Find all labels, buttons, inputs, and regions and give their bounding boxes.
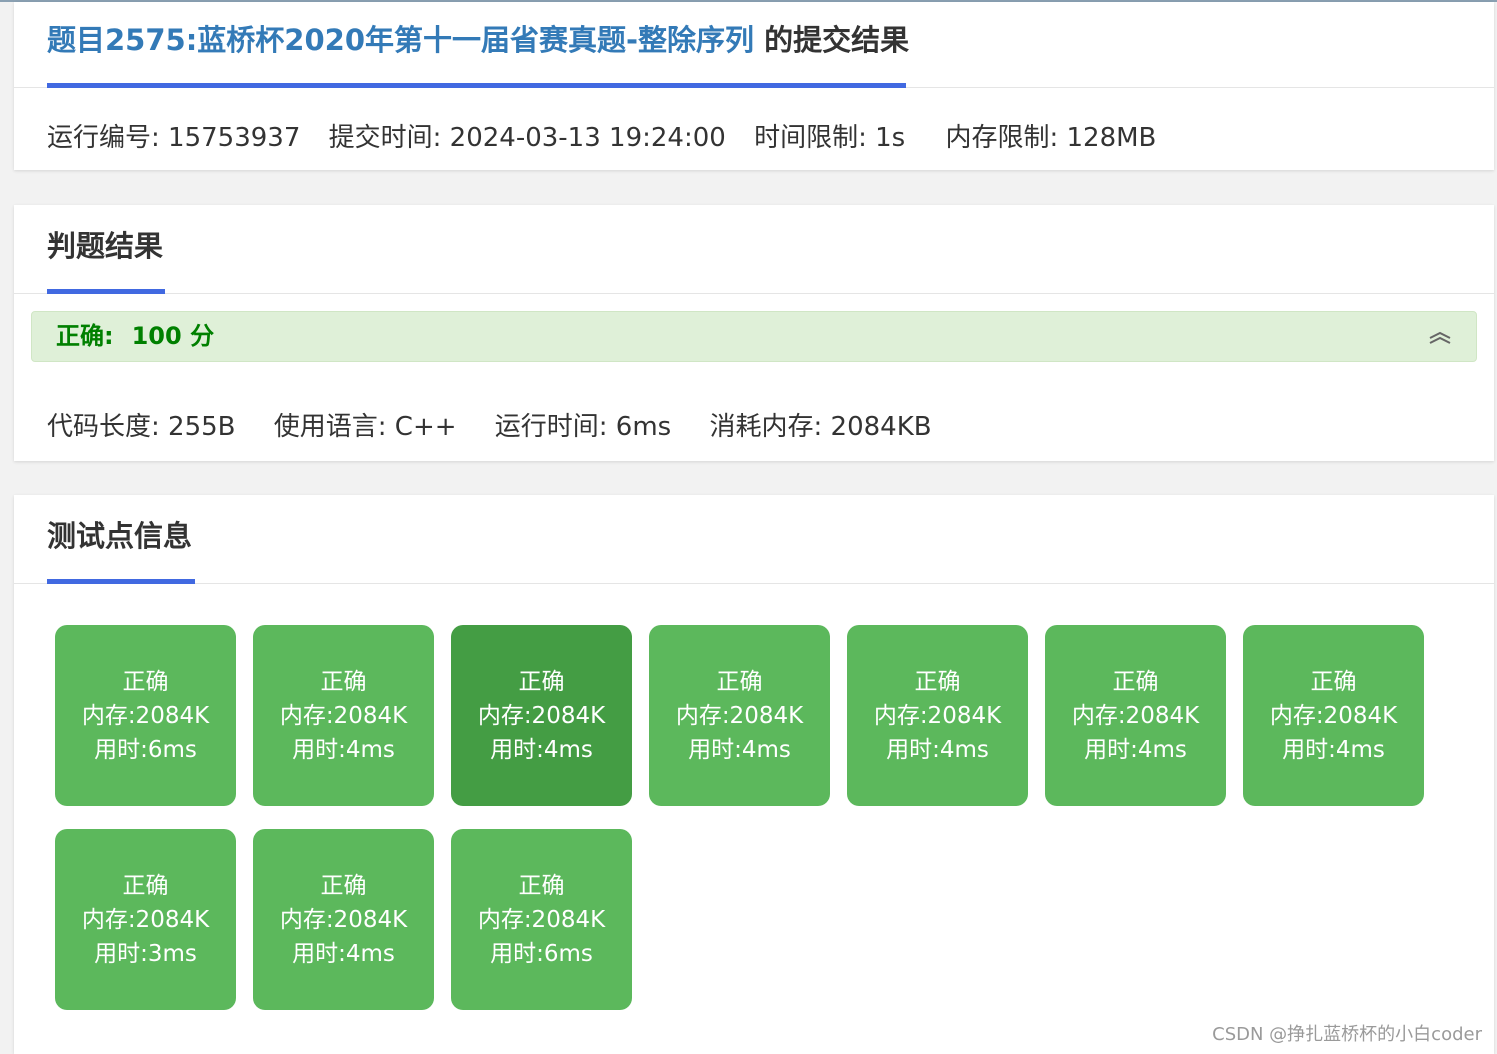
chevron-up-icon[interactable] <box>1428 328 1452 348</box>
test-memory: 内存:2084K <box>279 702 408 729</box>
test-point-5[interactable]: 正确 内存:2084K 用时:4ms <box>847 625 1028 806</box>
test-point-2[interactable]: 正确 内存:2084K 用时:4ms <box>253 625 434 806</box>
test-status: 正确 <box>320 872 367 899</box>
language: 使用语言: C++ <box>273 412 457 442</box>
run-id: 运行编号: 15753937 <box>47 123 301 153</box>
test-memory: 内存:2084K <box>1071 702 1200 729</box>
test-time: 用时:4ms <box>1084 736 1187 763</box>
tests-section-title: 测试点信息 <box>47 519 193 553</box>
test-memory: 内存:2084K <box>81 906 210 933</box>
test-point-3[interactable]: 正确 内存:2084K 用时:4ms <box>451 625 632 806</box>
test-memory: 内存:2084K <box>477 906 606 933</box>
test-time: 用时:6ms <box>94 736 197 763</box>
submit-time: 提交时间: 2024-03-13 19:24:00 <box>328 123 726 153</box>
test-time: 用时:4ms <box>688 736 791 763</box>
problem-link[interactable]: 题目2575:蓝桥杯2020年第十一届省赛真题-整除序列 <box>47 23 754 57</box>
test-memory: 内存:2084K <box>1269 702 1398 729</box>
test-status: 正确 <box>518 872 565 899</box>
test-memory: 内存:2084K <box>477 702 606 729</box>
watermark: CSDN @挣扎蓝桥杯的小白coder <box>1212 1024 1482 1045</box>
verdict-text: 正确: 100 分 <box>56 320 214 352</box>
test-point-9[interactable]: 正确 内存:2084K 用时:4ms <box>253 829 434 1010</box>
test-time: 用时:4ms <box>292 940 395 967</box>
test-memory: 内存:2084K <box>675 702 804 729</box>
page-title: 题目2575:蓝桥杯2020年第十一届省赛真题-整除序列 的提交结果 <box>47 20 909 60</box>
code-length: 代码长度: 255B <box>47 412 236 442</box>
test-point-6[interactable]: 正确 内存:2084K 用时:4ms <box>1045 625 1226 806</box>
test-time: 用时:4ms <box>292 736 395 763</box>
test-status: 正确 <box>914 668 961 695</box>
test-memory: 内存:2084K <box>81 702 210 729</box>
test-status: 正确 <box>1310 668 1357 695</box>
test-status: 正确 <box>518 668 565 695</box>
test-status: 正确 <box>122 872 169 899</box>
test-time: 用时:3ms <box>94 940 197 967</box>
judge-result-header: 判题结果 <box>14 205 1494 294</box>
title-suffix: 的提交结果 <box>754 23 910 57</box>
test-status: 正确 <box>1112 668 1159 695</box>
test-points-card: 测试点信息 正确 内存:2084K 用时:6ms 正确 内存:2084K 用时:… <box>14 495 1494 1054</box>
test-time: 用时:6ms <box>490 940 593 967</box>
run-time: 运行时间: 6ms <box>494 412 672 442</box>
test-time: 用时:4ms <box>886 736 989 763</box>
submission-header-card: 题目2575:蓝桥杯2020年第十一届省赛真题-整除序列 的提交结果 运行编号:… <box>14 2 1494 170</box>
verdict-score: 100 分 <box>131 322 215 350</box>
test-point-4[interactable]: 正确 内存:2084K 用时:4ms <box>649 625 830 806</box>
test-memory: 内存:2084K <box>279 906 408 933</box>
test-point-1[interactable]: 正确 内存:2084K 用时:6ms <box>55 625 236 806</box>
verdict-label: 正确: <box>56 322 114 350</box>
judge-stats: 代码长度: 255B 使用语言: C++ 运行时间: 6ms 消耗内存: 208… <box>47 410 952 444</box>
test-point-7[interactable]: 正确 内存:2084K 用时:4ms <box>1243 625 1424 806</box>
test-status: 正确 <box>716 668 763 695</box>
test-time: 用时:4ms <box>1282 736 1385 763</box>
tests-title-underline <box>47 579 195 584</box>
test-memory: 内存:2084K <box>873 702 1002 729</box>
test-points-header: 测试点信息 <box>14 495 1494 584</box>
judge-title-underline <box>47 289 165 294</box>
judge-result-card: 判题结果 正确: 100 分 代码长度: 255B 使用语言: C++ 运行时间:… <box>14 205 1494 461</box>
test-status: 正确 <box>122 668 169 695</box>
test-point-8[interactable]: 正确 内存:2084K 用时:3ms <box>55 829 236 1010</box>
memory-used: 消耗内存: 2084KB <box>709 412 932 442</box>
test-time: 用时:4ms <box>490 736 593 763</box>
verdict-bar[interactable]: 正确: 100 分 <box>31 311 1477 362</box>
test-point-10[interactable]: 正确 内存:2084K 用时:6ms <box>451 829 632 1010</box>
test-status: 正确 <box>320 668 367 695</box>
submission-info: 运行编号: 15753937 提交时间: 2024-03-13 19:24:00… <box>47 121 1176 155</box>
submission-header: 题目2575:蓝桥杯2020年第十一届省赛真题-整除序列 的提交结果 <box>14 2 1494 88</box>
judge-section-title: 判题结果 <box>47 229 164 263</box>
time-limit: 时间限制: 1s <box>754 123 906 153</box>
memory-limit: 内存限制: 128MB <box>945 123 1157 153</box>
title-underline <box>47 83 906 88</box>
